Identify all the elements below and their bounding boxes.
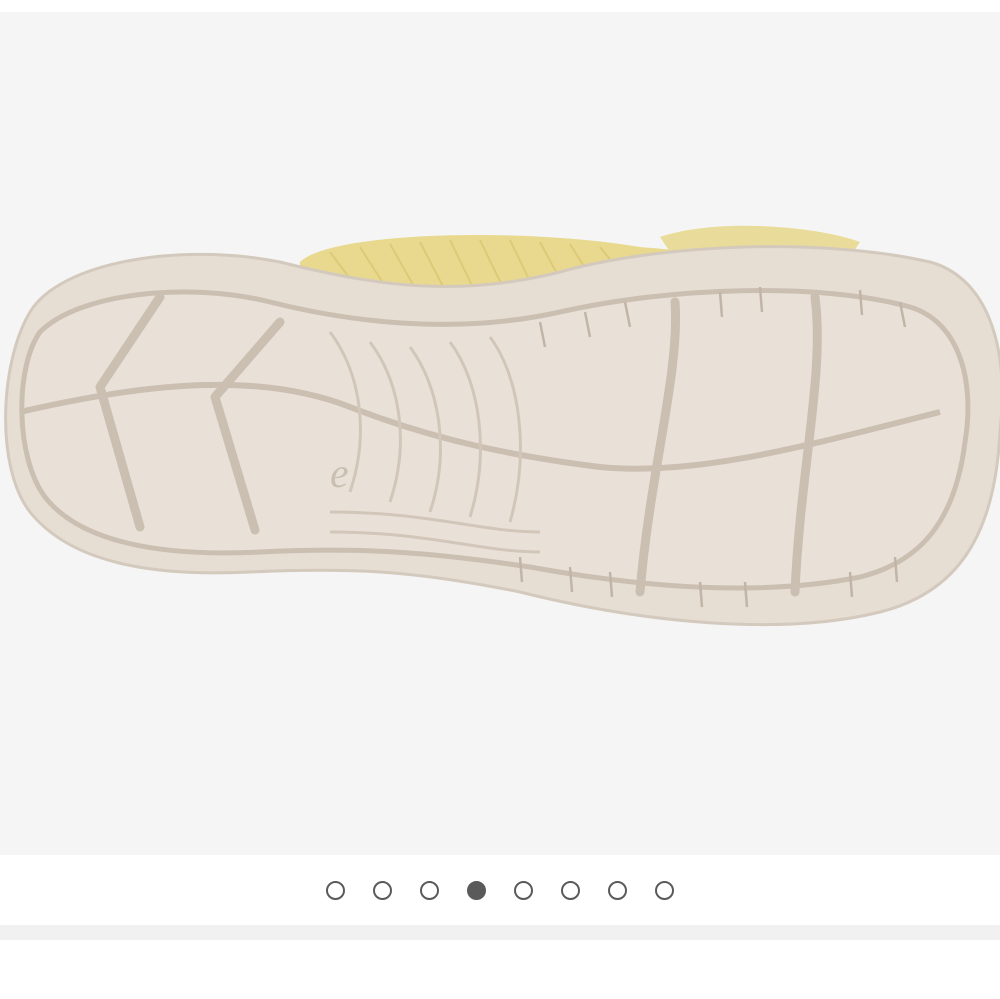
carousel-dot-5[interactable] (514, 880, 533, 900)
page-body (0, 940, 1000, 999)
product-image-viewer[interactable]: e (0, 12, 1000, 855)
carousel-dots (326, 880, 674, 900)
carousel-pagination (0, 855, 1000, 925)
carousel-dot-1[interactable] (326, 880, 345, 900)
sandal-sole-image: e (4, 225, 1000, 627)
top-strip (0, 0, 1000, 12)
carousel-dot-8[interactable] (655, 880, 674, 900)
carousel-dot-4[interactable] (467, 880, 486, 900)
carousel-dot-6[interactable] (561, 880, 580, 900)
carousel-dot-2[interactable] (373, 880, 392, 900)
brand-logo-mark: e (330, 451, 349, 497)
section-divider (0, 925, 1000, 940)
carousel-dot-3[interactable] (420, 880, 439, 900)
carousel-dot-7[interactable] (608, 880, 627, 900)
